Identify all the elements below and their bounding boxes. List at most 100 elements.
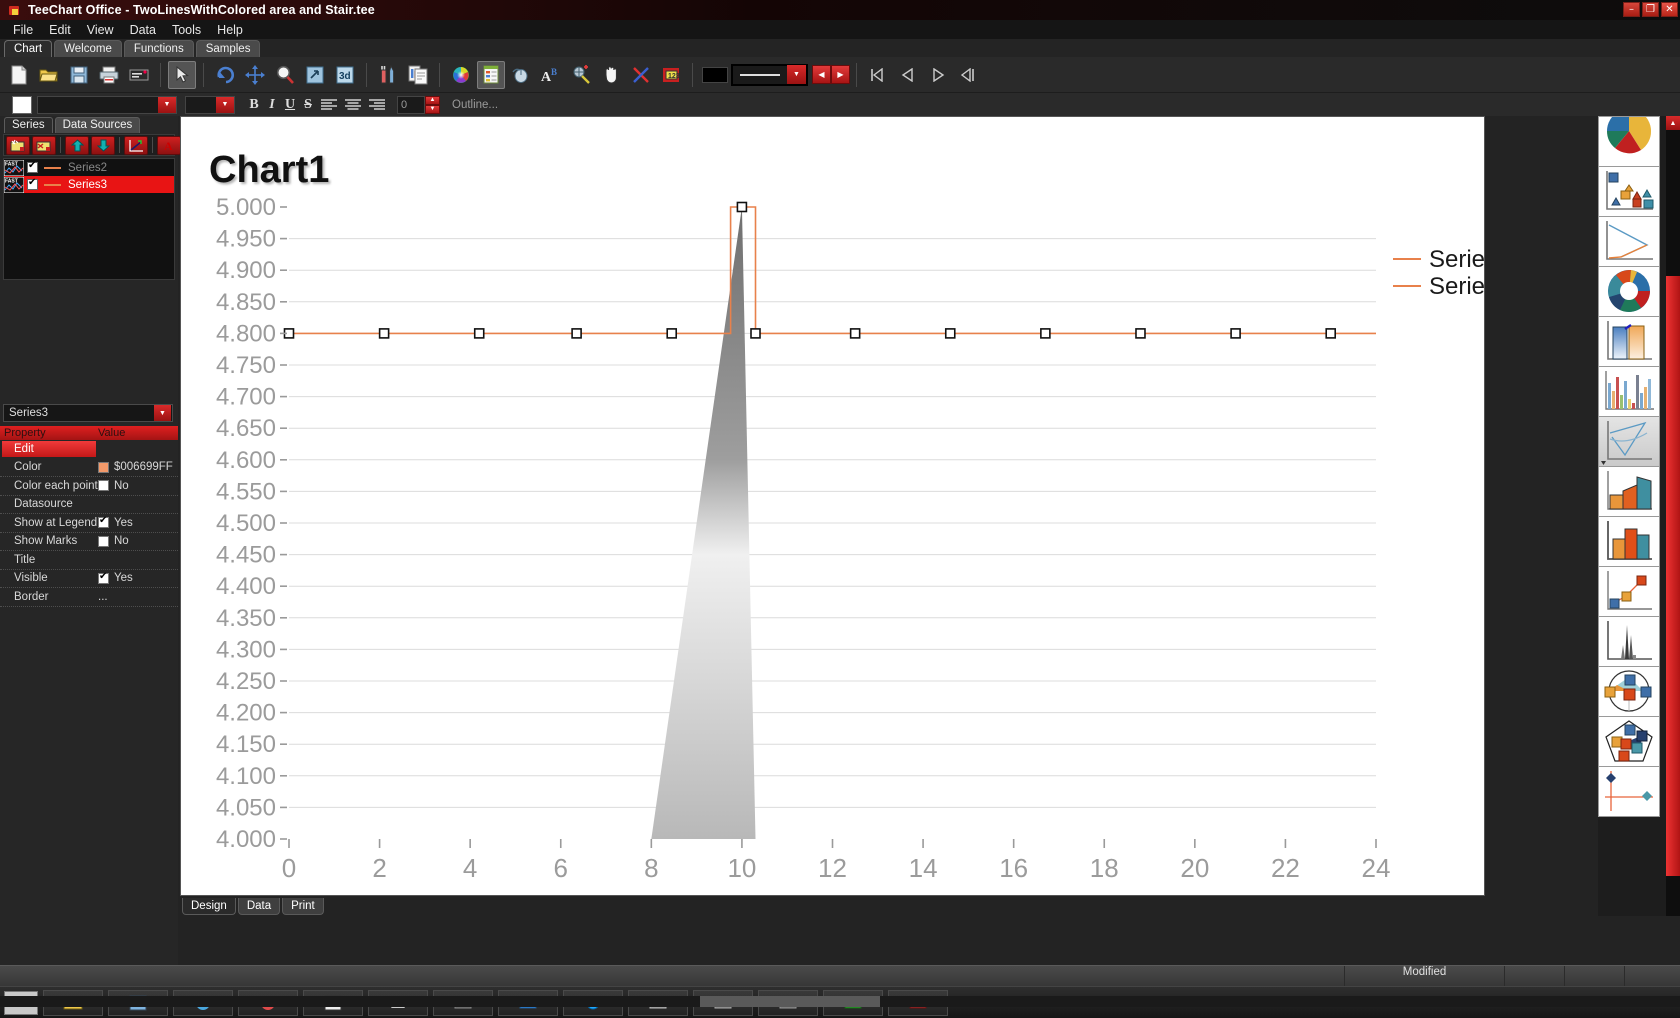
line-chart-icon[interactable] — [1598, 416, 1660, 467]
polar-line-icon[interactable] — [1598, 216, 1660, 267]
move-up-icon[interactable] — [65, 135, 89, 155]
gallery-scrollbar[interactable]: ▲ — [1666, 116, 1680, 916]
tab-chart[interactable]: Chart — [4, 40, 53, 57]
chevron-down-icon[interactable]: ▼ — [154, 405, 171, 421]
first-frame-icon[interactable] — [864, 61, 892, 89]
color-swatch-icon[interactable] — [98, 461, 109, 473]
series-title-icon[interactable]: A — [157, 135, 181, 155]
open-folder-icon[interactable] — [35, 61, 63, 89]
object-selector-combo[interactable]: Series3 ▼ — [3, 404, 173, 422]
hand-grab-icon[interactable] — [597, 61, 625, 89]
line-style-combo[interactable]: ▼ — [731, 63, 808, 86]
column-chart-icon[interactable] — [1598, 516, 1660, 567]
menu-help[interactable]: Help — [209, 21, 251, 39]
gallery-scroll-up-button[interactable]: ▲ — [1666, 116, 1680, 130]
spinner-down-icon[interactable]: ▼ — [425, 104, 440, 114]
close-button[interactable]: ✕ — [1661, 2, 1678, 17]
marks-icon[interactable]: 123 — [657, 61, 685, 89]
tab-welcome[interactable]: Welcome — [54, 40, 122, 57]
area-chart-icon[interactable] — [1598, 466, 1660, 517]
fill-color-swatch[interactable] — [702, 66, 728, 83]
menu-data[interactable]: Data — [122, 21, 164, 39]
minimize-button[interactable]: – — [1623, 2, 1640, 17]
chevron-down-icon[interactable]: ▼ — [787, 65, 806, 84]
delete-series-icon[interactable] — [32, 135, 56, 155]
histogram-icon[interactable] — [1598, 616, 1660, 667]
property-row-border[interactable]: Border ... — [0, 588, 178, 607]
three-d-icon[interactable]: 3d — [331, 61, 359, 89]
copy-pages-icon[interactable] — [404, 61, 432, 89]
tab-data-sources[interactable]: Data Sources — [54, 117, 141, 133]
multi-bar-icon[interactable] — [1598, 366, 1660, 417]
align-left-icon[interactable] — [318, 96, 340, 114]
color-wheel-icon[interactable] — [447, 61, 475, 89]
scroll-left-button[interactable]: ◀ — [812, 65, 831, 84]
radial-bubble-icon[interactable] — [1598, 666, 1660, 717]
maximize-button[interactable]: ❐ — [1642, 2, 1659, 17]
checked-checkbox-icon[interactable] — [98, 515, 109, 529]
polygon-bubble-icon[interactable] — [1598, 716, 1660, 767]
point-line-icon[interactable] — [1598, 566, 1660, 617]
list-item[interactable]: FAST Series2 — [3, 159, 174, 176]
property-row-color-each-point[interactable]: Color each point No — [0, 477, 178, 496]
add-series-icon[interactable] — [6, 135, 30, 155]
property-row-show-marks[interactable]: Show Marks No — [0, 533, 178, 551]
font-size-combo[interactable]: ▼ — [185, 95, 235, 114]
diamond-point-icon[interactable] — [1598, 766, 1660, 817]
select-arrow-icon[interactable] — [168, 60, 196, 89]
underline-button[interactable]: U — [281, 97, 299, 113]
tab-data[interactable]: Data — [237, 898, 281, 915]
last-frame-icon[interactable] — [954, 61, 982, 89]
pan-move-icon[interactable] — [241, 61, 269, 89]
undo-icon[interactable] — [211, 61, 239, 89]
property-row-color[interactable]: Color $006699FF — [0, 459, 178, 477]
chart-canvas[interactable]: Chart1 4.000 4.050 4.100 4.150 4.200 4.250 4.3… — [180, 116, 1485, 896]
tab-design[interactable]: Design — [182, 898, 236, 915]
menu-tools[interactable]: Tools — [164, 21, 209, 39]
spinner-up-icon[interactable]: ▲ — [425, 95, 440, 105]
unchecked-checkbox-icon[interactable] — [98, 535, 109, 547]
font-family-combo[interactable]: ▼ — [37, 95, 177, 114]
horizontal-scrollbar[interactable] — [0, 996, 1680, 1007]
property-row-title[interactable]: Title — [0, 551, 178, 570]
chart-type-gallery[interactable] — [1598, 116, 1670, 916]
zoom-magnifier-icon[interactable] — [271, 61, 299, 89]
export-image-icon[interactable] — [301, 61, 329, 89]
change-type-icon[interactable] — [124, 135, 148, 155]
print-preview-icon[interactable] — [125, 61, 153, 89]
italic-button[interactable]: I — [263, 97, 281, 113]
tab-samples[interactable]: Samples — [195, 40, 261, 57]
series-visible-checkbox[interactable] — [27, 160, 38, 173]
gradient-bar-icon[interactable] — [1598, 316, 1660, 367]
save-disk-icon[interactable] — [65, 61, 93, 89]
property-row-show-at-legend[interactable]: Show at Legend Yes — [0, 514, 178, 533]
outline-width-spinner[interactable]: 0 ▲ ▼ — [397, 95, 440, 114]
align-center-icon[interactable] — [342, 96, 364, 114]
print-icon[interactable] — [95, 61, 123, 89]
menu-file[interactable]: File — [5, 21, 41, 39]
scrollbar-thumb[interactable] — [700, 996, 880, 1007]
series-visible-checkbox[interactable] — [27, 177, 38, 190]
prev-frame-icon[interactable] — [894, 61, 922, 89]
menu-edit[interactable]: Edit — [41, 21, 79, 39]
bold-button[interactable]: B — [245, 97, 263, 113]
mouse-icon[interactable] — [507, 61, 535, 89]
pie-chart-icon[interactable] — [1598, 116, 1660, 167]
tools-icon[interactable] — [374, 61, 402, 89]
next-frame-icon[interactable] — [924, 61, 952, 89]
delete-cross-icon[interactable] — [627, 61, 655, 89]
magic-wand-icon[interactable] — [567, 61, 595, 89]
page-properties-icon[interactable] — [477, 60, 505, 89]
move-down-icon[interactable] — [91, 135, 115, 155]
tab-series[interactable]: Series — [4, 117, 53, 133]
chevron-down-icon[interactable]: ▼ — [158, 96, 176, 113]
tab-functions[interactable]: Functions — [123, 40, 194, 57]
property-row-visible[interactable]: Visible Yes — [0, 570, 178, 588]
chevron-down-icon[interactable]: ▼ — [216, 96, 234, 113]
align-right-icon[interactable] — [366, 96, 388, 114]
gallery-scroll-thumb[interactable] — [1666, 276, 1680, 876]
property-row-edit[interactable]: Edit — [0, 440, 178, 459]
property-row-datasource[interactable]: Datasource — [0, 496, 178, 514]
strikethrough-button[interactable]: S — [299, 97, 317, 113]
tab-print[interactable]: Print — [282, 898, 324, 915]
